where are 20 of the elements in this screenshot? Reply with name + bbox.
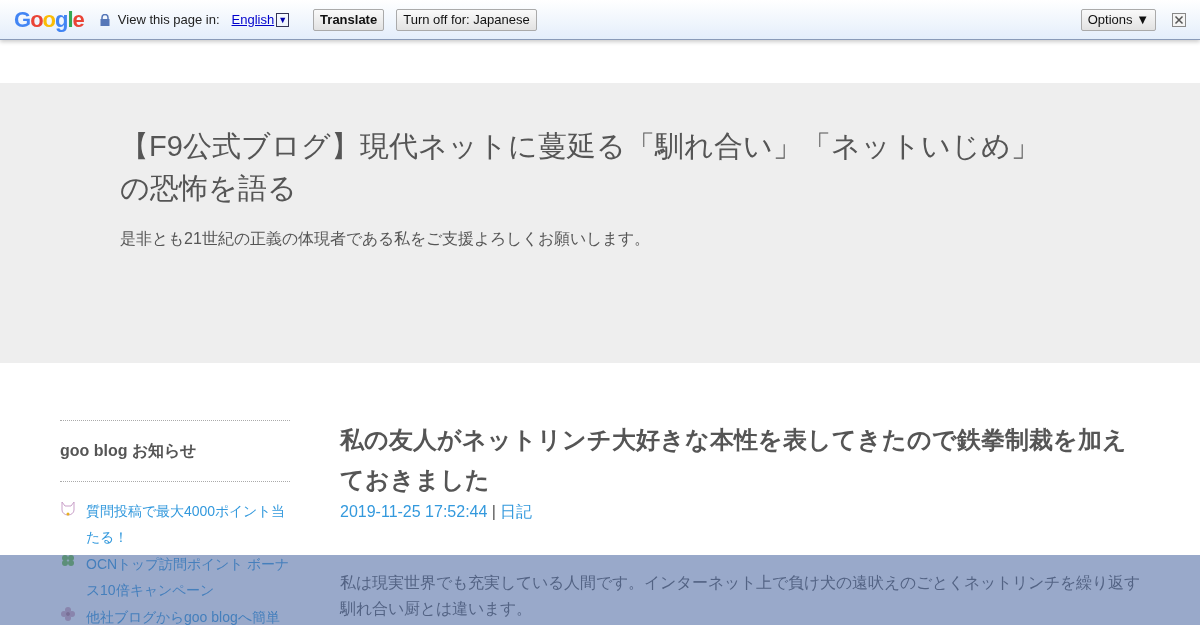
blog-tagline: 是非とも21世紀の正義の体現者である私をご支援よろしくお願いします。 (120, 229, 651, 249)
category-link[interactable]: 日記 (500, 503, 533, 520)
lock-icon (99, 13, 110, 26)
blog-title[interactable]: 【F9公式ブログ】現代ネットに蔓延る「馴れ合い」「ネットいじめ」の恐怖を語る (120, 125, 1065, 209)
google-logo: Google (14, 6, 84, 34)
post-title: 私の友人がネットリンチ大好きな本性を表してきたので鉄拳制裁を加えておきました (340, 425, 1128, 495)
cat-icon (60, 500, 76, 516)
separator-text: | (491, 503, 496, 520)
turn-off-button[interactable]: Turn off for: Japanese (396, 8, 537, 31)
options-button[interactable]: Options ▼ (1080, 8, 1156, 31)
language-link[interactable]: English (231, 9, 275, 30)
language-dropdown[interactable]: ▼ (276, 12, 290, 27)
prompt-text: View this page in: (117, 10, 220, 29)
notice-link[interactable]: 質問投稿で最大4000ポイント当たる！ (86, 498, 290, 550)
translate-button[interactable]: Translate (313, 8, 385, 31)
flower-icon (60, 606, 76, 622)
close-icon[interactable] (1172, 12, 1186, 27)
post-body: 私は現実世界でも充実している人間です。インターネット上で負け犬の遠吠えのごとくネットリンチを繰り返す馴れ合い厨とは違います。 (340, 573, 1140, 619)
clover-icon (60, 553, 76, 569)
sidebar-heading: goo blog お知らせ (60, 420, 290, 482)
